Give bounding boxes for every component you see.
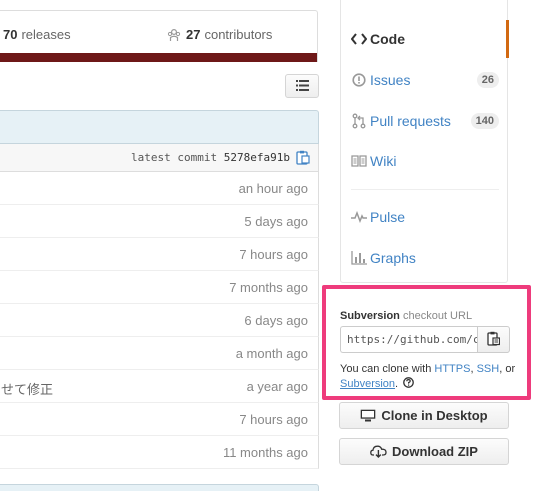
cloud-download-icon — [370, 445, 387, 458]
pulse-icon — [351, 209, 367, 225]
file-row[interactable]: an hour ago — [0, 172, 319, 205]
file-list: an hour ago 5 days ago 7 hours ago 7 mon… — [0, 172, 319, 469]
download-zip-button[interactable]: Download ZIP — [339, 438, 509, 465]
download-zip-label: Download ZIP — [392, 444, 478, 459]
graph-icon — [351, 250, 367, 266]
ssh-clone-link[interactable]: SSH — [477, 363, 500, 375]
clone-url-title: Subversion checkout URL — [340, 310, 472, 322]
commit-age: a year ago — [246, 379, 308, 394]
commit-age: a month ago — [235, 346, 308, 361]
repo-nav-sidebar: Code Issues 26 Pull requests 140 Wiki Pu… — [340, 0, 509, 283]
language-bar[interactable] — [0, 53, 317, 62]
nav-label-graphs: Graphs — [370, 250, 416, 266]
commit-sha-link[interactable]: 5278efa91b — [224, 151, 290, 164]
releases-label: releases — [21, 27, 71, 42]
file-navigation-header — [0, 110, 319, 144]
list-icon — [295, 79, 309, 94]
clippy-icon — [487, 331, 501, 349]
nav-label-pulse: Pulse — [370, 209, 406, 225]
commit-age: 7 hours ago — [239, 412, 308, 427]
contributors-label: contributors — [204, 27, 273, 42]
nav-item-code[interactable]: Code — [341, 20, 509, 58]
file-row[interactable]: 7 hours ago — [0, 403, 319, 436]
clone-help-prefix: You can clone with — [340, 363, 432, 375]
subversion-clone-link[interactable]: Subversion — [340, 378, 395, 390]
repo-stats-bar: 70 releases 27 contributors — [0, 10, 318, 62]
file-row[interactable]: 5 days ago — [0, 205, 319, 238]
clone-in-desktop-button[interactable]: Clone in Desktop — [339, 402, 509, 429]
https-clone-link[interactable]: HTTPS — [434, 363, 470, 375]
copy-clone-url-button[interactable] — [477, 326, 510, 353]
contributors-link[interactable]: 27 contributors — [167, 27, 272, 42]
commit-message[interactable]: せて修正 — [1, 379, 53, 398]
issues-counter: 26 — [476, 72, 499, 88]
nav-item-graphs[interactable]: Graphs — [341, 239, 509, 277]
device-desktop-icon — [361, 409, 376, 422]
nav-item-wiki[interactable]: Wiki — [341, 142, 509, 180]
commit-age: 5 days ago — [244, 214, 308, 229]
latest-commit-label: latest commit — [131, 151, 218, 164]
clone-url-input[interactable]: https://github.com/c — [340, 326, 477, 353]
nav-label-issues: Issues — [370, 72, 411, 88]
clone-title-suffix: checkout URL — [402, 310, 473, 322]
clone-url-text: https://github.com/c — [347, 333, 477, 346]
code-icon — [351, 31, 367, 47]
clone-help-text: You can clone with HTTPS, SSH, or Subver… — [340, 363, 516, 390]
question-icon[interactable] — [403, 377, 415, 388]
git-pull-request-icon — [351, 113, 367, 129]
clone-url-box: Subversion checkout URL https://github.c… — [322, 285, 531, 400]
commit-age: an hour ago — [238, 181, 308, 196]
toggle-list-button[interactable] — [285, 74, 319, 98]
organization-icon — [167, 28, 181, 42]
nav-item-pull-requests[interactable]: Pull requests 140 — [341, 102, 509, 140]
nav-item-issues[interactable]: Issues 26 — [341, 61, 509, 99]
clone-in-desktop-label: Clone in Desktop — [381, 408, 488, 423]
contributors-count: 27 — [186, 27, 201, 42]
book-icon — [351, 153, 367, 169]
commit-age: 7 hours ago — [239, 247, 308, 262]
releases-count: 70 — [3, 27, 18, 42]
nav-label-code: Code — [370, 31, 405, 47]
readme-header — [0, 484, 319, 491]
file-row[interactable]: 6 days ago — [0, 304, 319, 337]
nav-label-pull-requests: Pull requests — [370, 113, 451, 129]
clone-protocol: Subversion — [340, 310, 400, 322]
file-row[interactable]: a month ago — [0, 337, 319, 370]
file-row[interactable]: せて修正 a year ago — [0, 370, 319, 403]
nav-divider — [351, 189, 499, 190]
pull-requests-counter: 140 — [470, 113, 499, 129]
nav-label-wiki: Wiki — [370, 153, 397, 169]
issue-opened-icon — [351, 72, 367, 88]
latest-commit: latest commit 5278efa91b — [131, 151, 290, 164]
file-row[interactable]: 11 months ago — [0, 436, 319, 469]
nav-item-pulse[interactable]: Pulse — [341, 198, 509, 236]
clipboard-icon[interactable] — [296, 150, 310, 165]
commit-age: 11 months ago — [222, 445, 308, 460]
commit-age: 6 days ago — [244, 313, 308, 328]
file-row[interactable]: 7 months ago — [0, 271, 319, 304]
latest-commit-bar: latest commit 5278efa91b — [0, 144, 319, 172]
commit-age: 7 months ago — [229, 280, 308, 295]
releases-link[interactable]: 70 releases — [3, 27, 71, 42]
file-row[interactable]: 7 hours ago — [0, 238, 319, 271]
clone-help-or: or — [505, 363, 516, 375]
